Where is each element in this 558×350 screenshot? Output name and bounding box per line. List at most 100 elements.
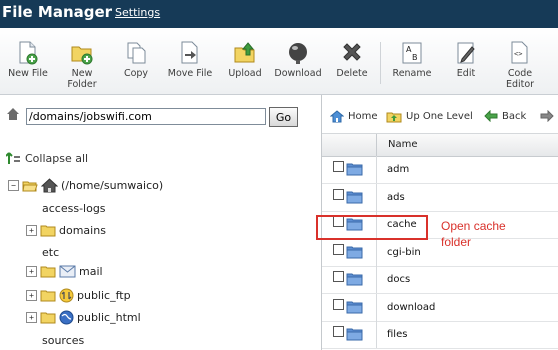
file-row-files[interactable]: files bbox=[322, 321, 558, 349]
open-folder-icon bbox=[22, 181, 38, 192]
nav-home[interactable]: Home bbox=[330, 110, 378, 123]
row-checkbox[interactable] bbox=[333, 298, 344, 310]
file-name[interactable]: download bbox=[387, 302, 435, 313]
collapse-icon bbox=[6, 152, 20, 164]
folder-icon bbox=[346, 328, 363, 341]
address-bar: Go bbox=[0, 95, 322, 139]
move-file-button[interactable]: Move File bbox=[162, 28, 218, 94]
code-editor-label: Code Editor bbox=[505, 68, 535, 90]
nav-back[interactable]: Back bbox=[484, 110, 526, 122]
rename-icon: A B bbox=[402, 42, 422, 64]
folder-icon bbox=[346, 163, 363, 176]
folder-icon bbox=[40, 225, 56, 237]
ftp-icon bbox=[59, 288, 74, 303]
globe-icon bbox=[59, 310, 74, 325]
nav-up-one-level[interactable]: Up One Level bbox=[386, 110, 473, 123]
annotation-line: folder bbox=[441, 235, 472, 249]
upload-label: Upload bbox=[228, 68, 262, 79]
file-row-docs[interactable]: docs bbox=[322, 266, 558, 294]
row-checkbox[interactable] bbox=[333, 188, 344, 200]
edit-button[interactable]: Edit bbox=[444, 28, 488, 94]
file-name[interactable]: cgi-bin bbox=[387, 247, 421, 258]
toolbar: New File New Folder Copy Move File Uploa… bbox=[0, 28, 558, 95]
go-button[interactable]: Go bbox=[269, 107, 298, 127]
edit-label: Edit bbox=[456, 68, 476, 79]
column-separator bbox=[376, 156, 377, 183]
row-checkbox[interactable] bbox=[333, 271, 344, 282]
download-button[interactable]: Download bbox=[272, 28, 324, 94]
folder-icon bbox=[346, 301, 363, 313]
settings-link[interactable]: Settings bbox=[115, 6, 160, 19]
nav-up-label: Up One Level bbox=[406, 111, 473, 122]
path-input[interactable] bbox=[26, 108, 266, 125]
file-name[interactable]: adm bbox=[387, 164, 409, 175]
file-row-download[interactable]: download bbox=[322, 293, 558, 322]
expand-toggle[interactable]: + bbox=[26, 225, 37, 236]
navigation-bar: Home Up One Level Back bbox=[322, 95, 558, 133]
folder-icon bbox=[346, 191, 363, 203]
file-name[interactable]: ads bbox=[387, 192, 405, 203]
rename-label: Rename bbox=[392, 68, 432, 79]
folder-icon bbox=[346, 273, 363, 286]
row-checkbox[interactable] bbox=[333, 243, 344, 255]
tree-item-label: access-logs bbox=[42, 202, 106, 215]
new-file-button[interactable]: New File bbox=[2, 28, 54, 94]
annotation-line: Open cache bbox=[441, 219, 506, 233]
nav-forward[interactable] bbox=[540, 110, 554, 122]
tree-item-public-html[interactable]: + public_html bbox=[26, 310, 141, 325]
forward-arrow-icon bbox=[540, 110, 554, 122]
up-folder-icon bbox=[386, 112, 402, 123]
name-column-header[interactable]: Name bbox=[388, 139, 418, 150]
code-editor-icon: <> bbox=[511, 41, 528, 64]
annotation-text: Open cache folder bbox=[441, 218, 551, 250]
home-icon bbox=[330, 110, 344, 123]
tree-item-access-logs[interactable]: access-logs bbox=[42, 202, 106, 215]
highlight-box bbox=[316, 215, 428, 240]
upload-icon bbox=[234, 42, 255, 63]
tree-item-domains[interactable]: + domains bbox=[26, 224, 106, 237]
upload-button[interactable]: Upload bbox=[222, 28, 268, 94]
tree-item-label: etc bbox=[42, 246, 60, 259]
tree-item-label: domains bbox=[59, 224, 106, 237]
collapse-all-label: Collapse all bbox=[25, 152, 89, 165]
expand-toggle[interactable]: + bbox=[26, 290, 37, 301]
toolbar-separator bbox=[380, 42, 381, 84]
delete-button[interactable]: Delete bbox=[328, 28, 376, 94]
app-title: File Manager bbox=[2, 3, 113, 21]
tree-item-sources[interactable]: sources bbox=[42, 334, 84, 347]
nav-back-label: Back bbox=[502, 110, 527, 122]
folder-icon bbox=[40, 290, 56, 302]
tree-item-mail[interactable]: + mail bbox=[26, 265, 103, 278]
tree-item-label: mail bbox=[79, 265, 103, 278]
header-bar: File Manager Settings bbox=[0, 0, 558, 28]
collapse-toggle[interactable]: − bbox=[8, 180, 19, 191]
mail-envelope-icon bbox=[59, 265, 76, 278]
file-name[interactable]: docs bbox=[387, 274, 410, 285]
svg-text:<>: <> bbox=[514, 50, 522, 58]
file-row-adm[interactable]: adm bbox=[322, 156, 558, 184]
column-separator bbox=[376, 293, 377, 321]
tree-item-etc[interactable]: etc bbox=[42, 246, 59, 259]
download-label: Download bbox=[274, 68, 322, 79]
row-checkbox[interactable] bbox=[333, 161, 344, 172]
file-row-ads[interactable]: ads bbox=[322, 183, 558, 212]
expand-toggle[interactable]: + bbox=[26, 312, 37, 323]
column-separator bbox=[376, 238, 377, 266]
edit-icon bbox=[457, 42, 475, 64]
column-separator bbox=[376, 266, 377, 293]
code-editor-button[interactable]: <> Code Editor bbox=[496, 28, 544, 94]
move-file-label: Move File bbox=[167, 68, 213, 79]
tree-item-public-ftp[interactable]: + public_ftp bbox=[26, 288, 131, 303]
collapse-all-button[interactable]: Collapse all bbox=[6, 152, 88, 165]
copy-button[interactable]: Copy bbox=[112, 28, 160, 94]
new-folder-button[interactable]: New Folder bbox=[58, 28, 106, 94]
back-arrow-icon bbox=[484, 110, 498, 122]
file-name[interactable]: files bbox=[387, 329, 407, 340]
table-header: Name bbox=[322, 133, 558, 157]
expand-toggle[interactable]: + bbox=[26, 266, 37, 277]
tree-root[interactable]: − (/home/sumwaico) bbox=[8, 178, 163, 193]
row-checkbox[interactable] bbox=[333, 326, 344, 337]
rename-button[interactable]: A B Rename bbox=[386, 28, 438, 94]
nav-home-label: Home bbox=[348, 111, 378, 122]
folder-icon bbox=[40, 266, 56, 278]
